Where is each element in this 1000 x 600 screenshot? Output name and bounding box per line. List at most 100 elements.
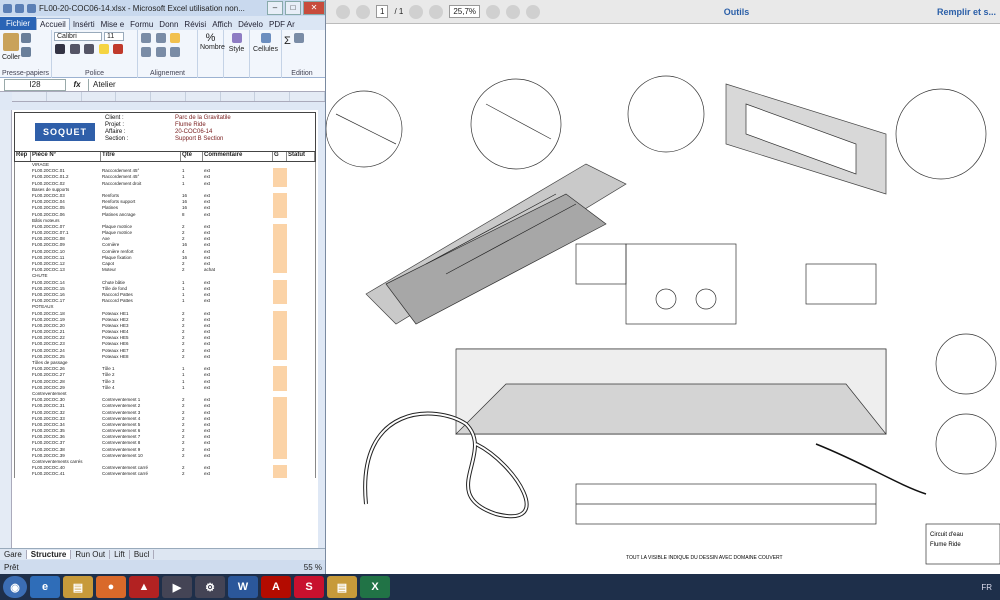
start-orb-icon[interactable]: ◉	[3, 576, 27, 598]
table-cell[interactable]: FL00.20COC.41	[31, 471, 101, 477]
page-input[interactable]: 1	[376, 5, 389, 18]
firefox-icon[interactable]: ●	[96, 576, 126, 598]
underline-icon[interactable]	[84, 44, 95, 54]
align-middle-icon[interactable]	[155, 33, 166, 43]
zoom-input[interactable]: 25,7%	[449, 5, 481, 18]
tab-review[interactable]: Révisi	[181, 19, 209, 30]
number-label: Nombre	[200, 44, 225, 51]
align-left-icon[interactable]	[141, 47, 151, 57]
cut-icon[interactable]	[21, 33, 32, 43]
acrobat-icon[interactable]: A	[261, 576, 291, 598]
tab-layout[interactable]: Mise e	[98, 19, 128, 30]
explorer-icon[interactable]: ▤	[63, 576, 93, 598]
ie-icon[interactable]: e	[30, 576, 60, 598]
sort-icon[interactable]	[294, 33, 305, 43]
sheet-tab-bucl[interactable]: Bucl	[130, 550, 155, 559]
zoom-in-icon[interactable]	[429, 4, 444, 19]
style-icon	[231, 33, 242, 43]
table-cell[interactable]	[273, 471, 287, 478]
tab-formulas[interactable]: Formu	[127, 19, 156, 30]
cells-group[interactable]: Cellules	[250, 30, 282, 78]
word-icon[interactable]: W	[228, 576, 258, 598]
pdf-viewer: 1 / 1 25,7% Outils Remplir et s... Circu…	[326, 0, 1000, 574]
tab-view[interactable]: Affich	[209, 19, 235, 30]
tab-pdf[interactable]: PDF Ar	[266, 19, 298, 30]
table-cell[interactable]	[15, 471, 31, 477]
sheet-tab-gare[interactable]: Gare	[0, 550, 27, 559]
tab-insert[interactable]: Insérti	[70, 19, 98, 30]
excel-icon[interactable]: X	[360, 576, 390, 598]
section-view	[625, 243, 737, 325]
font-name-select[interactable]: Calibri	[54, 32, 102, 41]
table-cell[interactable]: ext	[203, 471, 273, 477]
label-client: Client :	[105, 115, 124, 121]
table-row[interactable]: FL00.20COC.41 Contreventement carré 2 ext	[14, 471, 316, 478]
zoom-level[interactable]: 55 %	[304, 563, 322, 572]
style-group[interactable]: Style	[224, 30, 250, 78]
merge-icon[interactable]	[170, 47, 181, 57]
settings-icon[interactable]: ⚙	[195, 576, 225, 598]
save-icon[interactable]	[3, 3, 12, 13]
media-icon[interactable]: ▶	[162, 576, 192, 598]
redo-icon[interactable]	[27, 3, 36, 13]
sheet-tabs: Gare Structure Run Out Lift Bucl	[0, 548, 325, 560]
tab-developer[interactable]: Dévelo	[235, 19, 266, 30]
language-indicator[interactable]: FR	[981, 583, 992, 592]
table-cell[interactable]: Contreventement carré	[101, 471, 181, 477]
zoom-out-icon[interactable]	[409, 4, 424, 19]
table-header: Rep Pièce N° Titre Qté Commentaire G Sta…	[14, 152, 316, 162]
italic-icon[interactable]	[69, 44, 80, 54]
sheet-tab-lift[interactable]: Lift	[110, 550, 130, 559]
copy-icon[interactable]	[21, 47, 32, 57]
align-center-icon[interactable]	[155, 47, 166, 57]
col-commentaire: Commentaire	[203, 152, 273, 161]
clipboard-group: Coller Presse-papiers	[0, 30, 52, 78]
name-box[interactable]: I28	[4, 78, 66, 91]
undo-icon[interactable]	[15, 3, 24, 13]
comment-icon[interactable]	[506, 4, 521, 19]
col-rep: Rep	[15, 152, 31, 161]
font-size-select[interactable]: 11	[104, 32, 124, 41]
tab-home[interactable]: Accueil	[36, 18, 70, 30]
tab-data[interactable]: Donn	[156, 19, 181, 30]
autocad-icon[interactable]: ▲	[129, 576, 159, 598]
font-color-icon[interactable]	[113, 44, 124, 54]
wrap-text-icon[interactable]	[170, 33, 181, 43]
maximize-button[interactable]: □	[285, 1, 301, 15]
number-group[interactable]: % Nombre	[198, 30, 225, 78]
table-cell[interactable]	[287, 471, 315, 477]
sheet-tab-structure[interactable]: Structure	[26, 550, 72, 559]
ribbon: Coller Presse-papiers Calibri 11 Police	[0, 30, 325, 78]
tools-link[interactable]: Outils	[724, 7, 750, 17]
fill-color-icon[interactable]	[98, 44, 109, 54]
cad-drawing[interactable]: Circuit d'eau Flume Ride TOUT LA VISIBLE…	[326, 24, 1000, 574]
prev-page-icon[interactable]	[336, 4, 350, 19]
excel-title-bar: FL00-20-COC06-14.xlsx - Microsoft Excel …	[0, 0, 325, 16]
detail-circle-3	[627, 75, 705, 153]
label-affaire: Affaire :	[105, 129, 126, 135]
solidworks-icon[interactable]: S	[294, 576, 324, 598]
bold-icon[interactable]	[55, 44, 65, 54]
paste-button[interactable]: Coller	[2, 32, 20, 61]
spreadsheet-grid[interactable]: SOQUET Client : Projet : Affaire : Secti…	[0, 110, 318, 548]
label-section: Section :	[105, 136, 129, 142]
font-group: Calibri 11 Police	[52, 30, 138, 78]
next-page-icon[interactable]	[356, 4, 370, 19]
sheet-header-block: SOQUET Client : Projet : Affaire : Secti…	[14, 112, 316, 152]
formula-bar: I28 fx Atelier	[0, 78, 325, 92]
header-values: Parc de la Gravitatile Flume Ride 20-COC…	[175, 115, 231, 143]
close-button[interactable]: ✕	[303, 1, 325, 15]
explorer2-icon[interactable]: ▤	[327, 576, 357, 598]
fx-icon[interactable]: fx	[66, 80, 88, 89]
sum-icon[interactable]: Σ	[284, 35, 291, 47]
highlight-icon[interactable]	[526, 4, 541, 19]
tab-file[interactable]: Fichier	[0, 17, 37, 30]
align-top-icon[interactable]	[141, 33, 151, 43]
fill-sign-link[interactable]: Remplir et s...	[937, 7, 996, 17]
sheet-tab-run-out[interactable]: Run Out	[71, 550, 111, 559]
fit-page-icon[interactable]	[486, 4, 501, 19]
formula-input[interactable]: Atelier	[88, 78, 325, 91]
table-cell[interactable]: 2	[181, 471, 203, 477]
detail-circle-4	[895, 88, 987, 180]
minimize-button[interactable]: –	[267, 1, 283, 15]
